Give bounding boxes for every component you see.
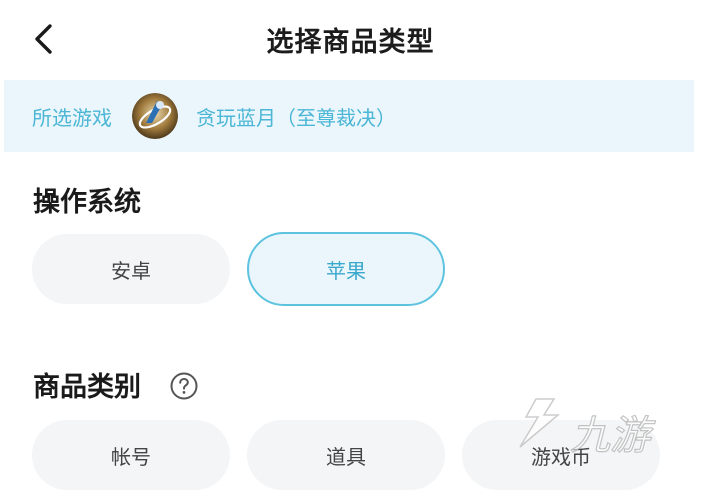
category-section-title: 商品类别 [33,372,141,403]
category-option-label: 帐号 [111,444,151,469]
category-option-item[interactable]: 道具 [247,420,445,490]
top-bar: 选择商品类型 [0,0,701,78]
question-circle-icon [170,372,198,400]
os-option-android[interactable]: 安卓 [32,234,230,304]
os-option-label: 安卓 [111,258,151,283]
selected-game-banner: 所选游戏 贪玩蓝月（至尊裁决） [4,80,694,152]
category-option-label: 游戏币 [531,444,591,469]
selected-game-label: 所选游戏 [32,105,112,130]
os-option-ios[interactable]: 苹果 [247,232,445,306]
category-option-account[interactable]: 帐号 [32,420,230,490]
selected-game-name: 贪玩蓝月（至尊裁决） [196,105,396,130]
category-option-label: 道具 [326,444,366,469]
category-option-currency[interactable]: 游戏币 [462,420,660,490]
page-title: 选择商品类型 [266,27,435,58]
game-avatar [132,93,178,139]
os-section-title: 操作系统 [33,187,141,218]
os-option-label: 苹果 [326,258,366,283]
category-help-button[interactable] [169,371,199,401]
game-logo-icon [132,93,178,139]
